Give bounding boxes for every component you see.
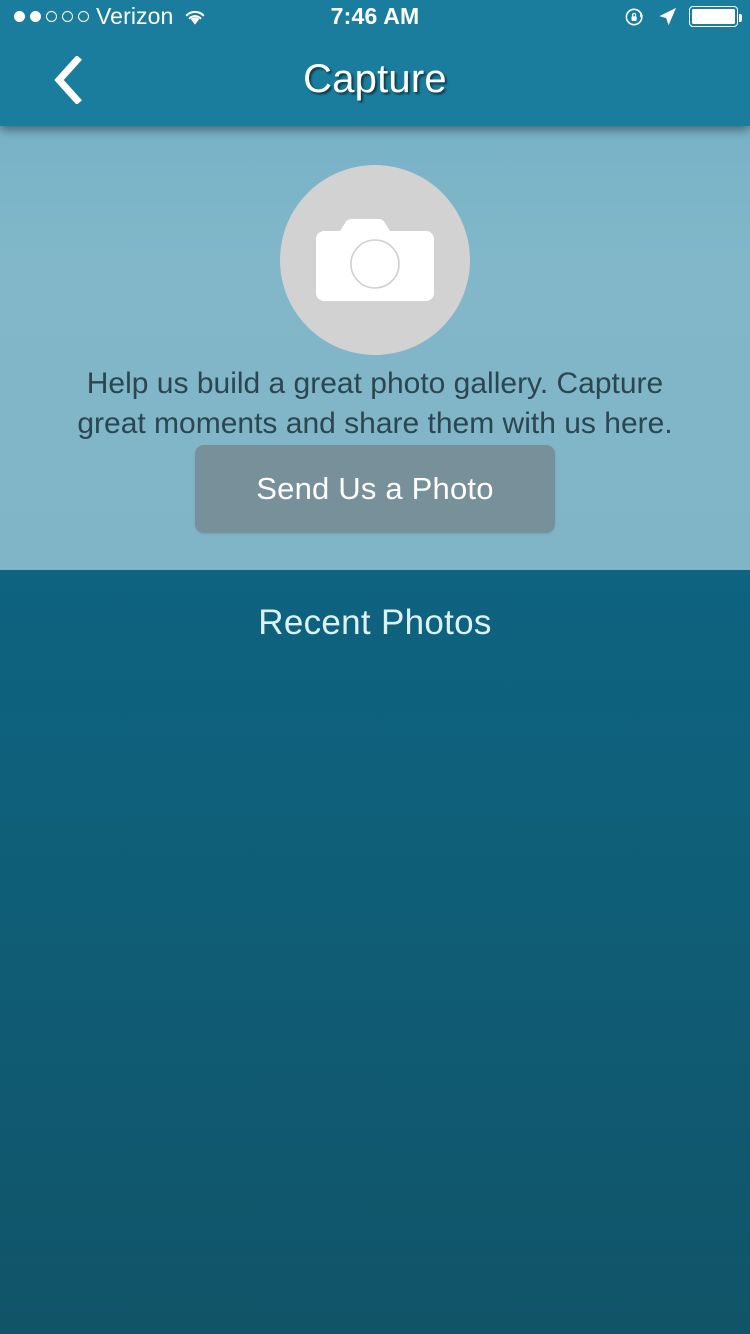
promo-message: Help us build a great photo gallery. Cap… [77,367,673,440]
camera-badge [280,165,470,355]
rotation-lock-icon [625,8,643,25]
camera-icon [316,219,434,301]
send-us-a-photo-button[interactable]: Send Us a Photo [195,445,555,533]
battery-full-icon [689,6,742,27]
nav-bar: Capture [0,33,750,126]
clock-label: 7:46 AM [330,3,420,29]
recent-photos-heading: Recent Photos [258,603,492,642]
promo-panel: Help us build a great photo gallery. Cap… [0,126,750,570]
status-bar: Verizon 7:46 AM [0,0,750,33]
location-arrow-icon [659,7,677,26]
capture-screen: Verizon 7:46 AM Capture Help us build a … [0,0,750,1334]
page-title: Capture [303,57,447,101]
recent-photos-grid[interactable] [0,670,750,1334]
status-bar-right [624,6,742,28]
battery-fill [692,9,735,24]
recent-photos-section: Recent Photos [0,570,750,1334]
